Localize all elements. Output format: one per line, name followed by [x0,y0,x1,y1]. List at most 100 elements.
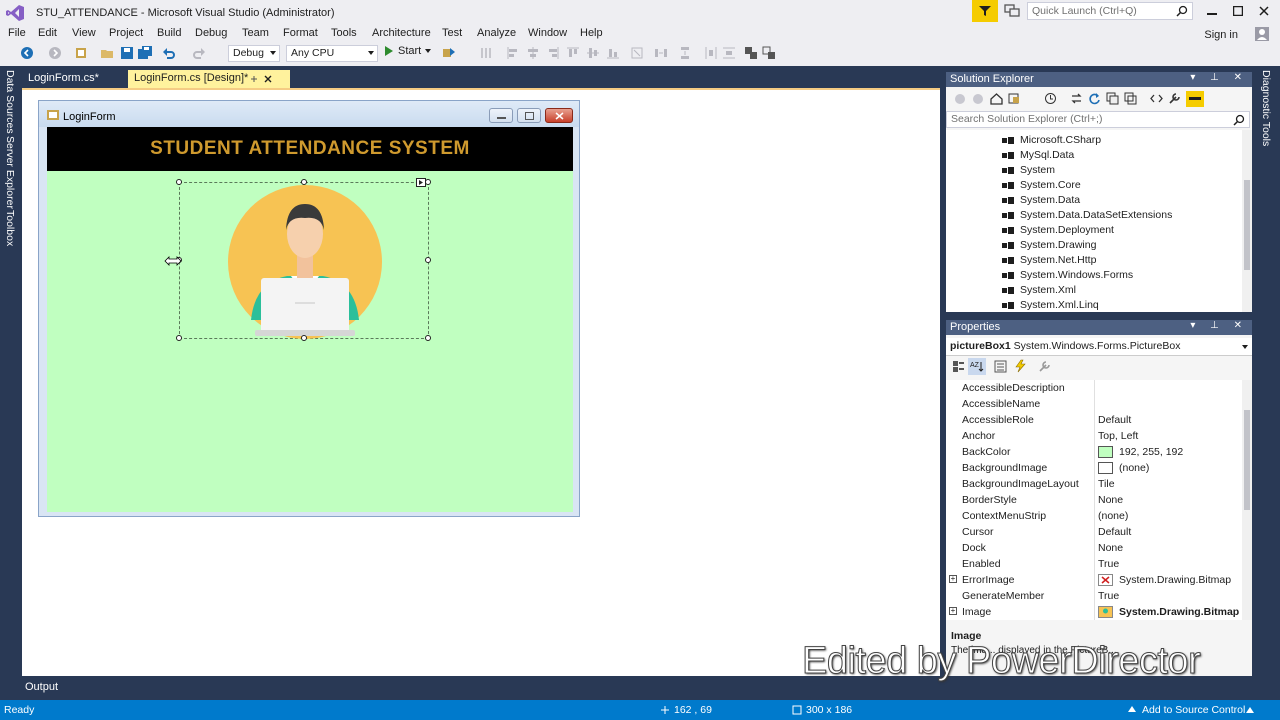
menu-project[interactable]: Project [109,27,143,39]
tab-toolbox[interactable]: Toolbox [4,210,16,246]
form-minimize-button[interactable] [489,108,513,123]
account-icon[interactable] [1254,26,1270,42]
collapse-all-icon[interactable] [1106,92,1119,105]
tree-item[interactable]: System.Core [1002,179,1081,191]
close-tab-icon[interactable] [264,75,272,83]
form-client-area[interactable]: STUDENT ATTENDANCE SYSTEM [47,127,573,512]
menu-debug[interactable]: Debug [195,27,227,39]
bring-to-front-icon[interactable] [744,46,758,60]
vertical-spacing-icon[interactable] [678,46,692,60]
open-file-icon[interactable] [100,46,114,60]
solution-config-select[interactable]: Debug [228,45,280,62]
form-close-button[interactable] [545,108,573,123]
align-rights-icon[interactable] [546,46,560,60]
tree-item[interactable]: System.Data [1002,194,1080,206]
property-value[interactable]: True [1098,558,1119,570]
resize-handle-nw[interactable] [176,179,182,185]
panel-window-buttons[interactable]: ▾ ⊥ ✕ [1190,72,1248,83]
alphabetical-button[interactable]: AZ [968,358,986,375]
view-code-icon[interactable] [1150,92,1163,105]
property-value-bgimage[interactable]: (none) [1098,462,1149,474]
login-form-window[interactable]: LoginForm STUDENT ATTENDANCE SYSTEM [38,100,580,517]
tree-item[interactable]: System [1002,164,1055,176]
categorized-icon[interactable] [952,360,965,373]
tab-server-explorer[interactable]: Server Explorer [4,136,16,209]
back-icon[interactable] [20,46,34,60]
center-vertically-icon[interactable] [722,46,736,60]
refresh-icon[interactable] [1088,92,1101,105]
properties-scrollbar[interactable] [1242,380,1252,620]
resize-handle-sw[interactable] [176,335,182,341]
save-icon[interactable] [120,46,134,60]
center-horizontally-icon[interactable] [704,46,718,60]
property-value[interactable]: True [1098,590,1119,602]
tree-item[interactable]: System.Xml.Linq [1002,299,1099,311]
scrollbar-thumb[interactable] [1244,180,1250,270]
properties-view-icon[interactable] [994,360,1007,373]
feedback-icon[interactable] [1003,3,1021,19]
solution-explorer-scrollbar[interactable] [1242,130,1252,312]
tab-diagnostic-tools[interactable]: Diagnostic Tools [1260,70,1272,146]
property-value[interactable]: None [1098,542,1123,554]
switch-views-icon[interactable] [1008,92,1022,105]
back-icon[interactable] [954,93,966,105]
events-lightning-icon[interactable] [1014,359,1027,373]
save-all-icon[interactable] [138,46,152,60]
menu-help[interactable]: Help [580,27,603,39]
properties-object-selector[interactable]: pictureBox1 System.Windows.Forms.Picture… [946,338,1252,356]
send-to-back-icon[interactable] [762,46,776,60]
properties-wrench-icon[interactable] [1168,92,1181,105]
minimize-button[interactable] [1200,2,1224,20]
tree-item[interactable]: Microsoft.CSharp [1002,134,1101,146]
sync-icon[interactable] [1070,92,1083,105]
forward-icon[interactable] [972,93,984,105]
forward-icon[interactable] [48,46,62,60]
tab-data-sources[interactable]: Data Sources [4,70,16,134]
menu-file[interactable]: File [8,27,26,39]
close-button[interactable] [1252,2,1276,20]
property-value[interactable]: None [1098,494,1123,506]
menu-architecture[interactable]: Architecture [372,27,431,39]
menu-tools[interactable]: Tools [331,27,357,39]
menu-build[interactable]: Build [157,27,181,39]
sign-in-link[interactable]: Sign in [1204,29,1238,41]
resize-handle-e[interactable] [425,257,431,263]
add-to-source-control-button[interactable]: Add to Source Control [1142,704,1245,716]
property-value-image[interactable]: System.Drawing.Bitmap [1098,606,1239,618]
panel-window-buttons[interactable]: ▾ ⊥ ✕ [1190,320,1248,331]
menu-analyze[interactable]: Analyze [477,27,516,39]
picture-box-1[interactable] [176,178,431,341]
property-value-backcolor[interactable]: 192, 255, 192 [1098,446,1183,458]
tree-item[interactable]: System.Net.Http [1002,254,1096,266]
quick-launch-input[interactable]: Quick Launch (Ctrl+Q) [1027,2,1193,20]
menu-test[interactable]: Test [442,27,462,39]
tree-item[interactable]: System.Windows.Forms [1002,269,1133,281]
menu-format[interactable]: Format [283,27,318,39]
home-icon[interactable] [990,92,1003,105]
tree-item[interactable]: System.Drawing [1002,239,1096,251]
menu-view[interactable]: View [72,27,96,39]
tab-loginform-design[interactable]: LoginForm.cs [Design]* [128,70,290,88]
undo-icon[interactable] [162,46,176,60]
align-bottoms-icon[interactable] [606,46,620,60]
property-value[interactable]: (none) [1098,510,1128,522]
align-grid-icon[interactable] [480,46,494,60]
redo-icon[interactable] [192,46,206,60]
property-value[interactable]: Default [1098,526,1131,538]
horizontal-spacing-icon[interactable] [654,46,668,60]
show-all-files-icon[interactable] [1124,92,1137,105]
smart-tag-icon[interactable] [416,178,426,187]
tree-item[interactable]: System.Data.DataSetExtensions [1002,209,1172,221]
property-value[interactable]: Default [1098,414,1131,426]
solution-explorer-search-input[interactable]: Search Solution Explorer (Ctrl+;) [946,111,1250,128]
align-tops-icon[interactable] [566,46,580,60]
menu-team[interactable]: Team [242,27,269,39]
menu-edit[interactable]: Edit [38,27,57,39]
align-lefts-icon[interactable] [506,46,520,60]
pending-changes-filter-icon[interactable] [1044,92,1057,105]
tree-item[interactable]: MySql.Data [1002,149,1074,161]
tab-loginform-code[interactable]: LoginForm.cs* [22,70,122,88]
start-debugging-button[interactable]: Start [384,45,432,57]
pin-icon[interactable] [250,75,258,83]
property-grid-divider[interactable] [1094,380,1095,620]
